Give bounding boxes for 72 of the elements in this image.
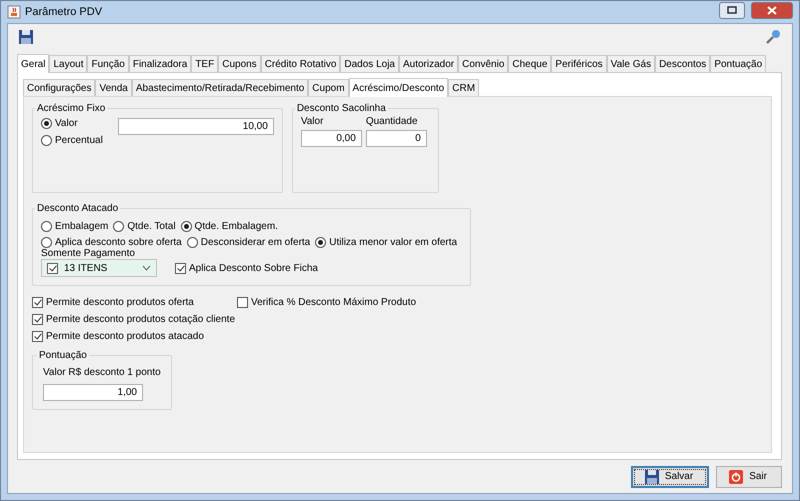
- checkbox[interactable]: [47, 262, 58, 274]
- checkbox-label: Permite desconto produtos oferta: [46, 297, 194, 308]
- field-label: Quantidade: [366, 116, 419, 127]
- tab[interactable]: Periféricos: [551, 55, 607, 72]
- power-icon: [729, 470, 744, 484]
- tab[interactable]: Cupons: [218, 55, 261, 72]
- restore-icon: [727, 6, 737, 14]
- tab[interactable]: Venda: [95, 79, 132, 96]
- checkbox-label: Permite desconto produtos cotação cliente: [46, 314, 235, 325]
- tab[interactable]: Abastecimento/Retirada/Recebimento: [132, 79, 308, 96]
- radio-label: Valor: [55, 118, 78, 129]
- restore-button[interactable]: [719, 2, 745, 18]
- radio-label: Aplica desconto sobre oferta: [55, 237, 182, 248]
- tab[interactable]: Configurações: [23, 79, 96, 96]
- group-title: Desconto Atacado: [36, 203, 120, 214]
- tab[interactable]: Finalizadora: [128, 55, 192, 72]
- field-label: Valor: [300, 116, 324, 127]
- value-field[interactable]: 1,00: [43, 384, 143, 401]
- group-title: Desconto Sacolinha: [296, 103, 387, 114]
- radio-label: Percentual: [55, 135, 103, 146]
- tab[interactable]: Autorizador: [398, 55, 458, 72]
- radio-button[interactable]: [113, 221, 124, 232]
- tab[interactable]: Acréscimo/Desconto: [348, 78, 448, 97]
- checkbox[interactable]: [32, 314, 43, 325]
- tab[interactable]: Geral: [17, 54, 50, 73]
- tab[interactable]: Cupom: [308, 79, 349, 96]
- radio-button[interactable]: [41, 221, 52, 232]
- tab[interactable]: Dados Loja: [340, 55, 399, 72]
- window-title: Parâmetro PDV: [25, 6, 102, 18]
- number-field[interactable]: 0: [366, 130, 427, 147]
- checkbox[interactable]: [237, 297, 248, 308]
- tab[interactable]: Crédito Rotativo: [260, 55, 340, 72]
- key-icon[interactable]: [765, 29, 781, 45]
- checkbox-label: Permite desconto produtos atacado: [46, 331, 204, 342]
- checkbox[interactable]: [32, 331, 43, 342]
- field-label: Valor R$ desconto 1 ponto: [43, 367, 161, 378]
- tab[interactable]: Função: [87, 55, 129, 72]
- tab[interactable]: TEF: [191, 55, 218, 72]
- tab[interactable]: Layout: [49, 55, 88, 72]
- dropdown[interactable]: 13 ITENS: [41, 259, 157, 277]
- radio-label: Desconsiderar em oferta: [200, 237, 310, 248]
- close-icon: [767, 6, 777, 14]
- radio-button[interactable]: [186, 237, 198, 248]
- tab[interactable]: Pontuação: [710, 55, 766, 72]
- radio-button[interactable]: [315, 237, 326, 248]
- tab[interactable]: Convênio: [458, 55, 508, 72]
- close-button[interactable]: [751, 2, 793, 18]
- value-field[interactable]: 10,00: [118, 118, 274, 135]
- radio-label: Embalagem: [55, 221, 108, 232]
- group-title: Acréscimo Fixo: [36, 103, 106, 114]
- number-field[interactable]: 0,00: [300, 130, 362, 147]
- checkbox-label: Verifica % Desconto Máximo Produto: [251, 297, 416, 308]
- radio-button[interactable]: [180, 221, 192, 232]
- radio-button[interactable]: [41, 135, 52, 146]
- tab[interactable]: Descontos: [655, 55, 710, 72]
- cup-icon: [7, 5, 21, 19]
- radio-label: Utiliza menor valor em oferta: [329, 237, 458, 248]
- tab[interactable]: Vale Gás: [606, 55, 656, 72]
- checkbox[interactable]: [175, 262, 186, 274]
- tab[interactable]: CRM: [448, 79, 480, 96]
- checkbox-label: Aplica Desconto Sobre Ficha: [189, 262, 318, 274]
- radio-label: Qtde. Embalagem.: [194, 221, 278, 232]
- field-label: Somente Pagamento: [41, 248, 135, 259]
- chevron-icon: [142, 265, 151, 271]
- radio-label: Qtde. Total: [127, 221, 176, 232]
- radio-button[interactable]: [41, 118, 52, 129]
- action-button[interactable]: Sair: [716, 466, 782, 488]
- group-title: Pontuação: [38, 350, 88, 361]
- tab[interactable]: Cheque: [508, 55, 552, 72]
- action-button[interactable]: Salvar: [630, 466, 710, 488]
- checkbox[interactable]: [32, 297, 43, 308]
- radio-button[interactable]: [41, 237, 52, 248]
